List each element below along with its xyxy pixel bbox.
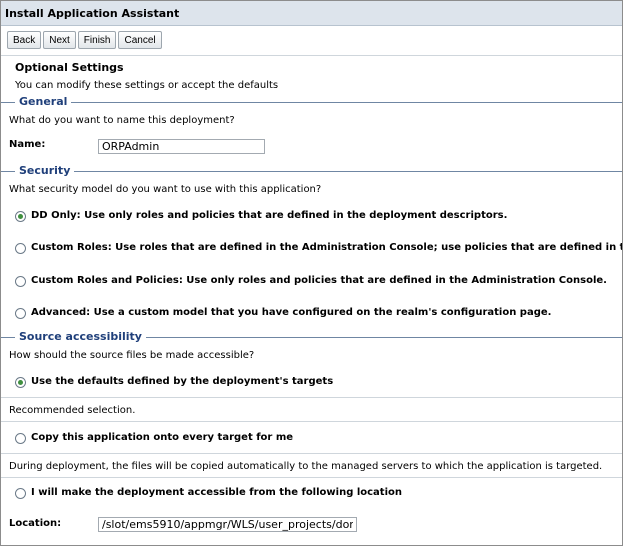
finish-button[interactable]: Finish <box>77 31 117 49</box>
general-legend: General <box>15 95 72 108</box>
name-input[interactable] <box>98 139 265 154</box>
window-title: Install Application Assistant <box>1 1 622 26</box>
source-manual-radio[interactable] <box>15 488 26 499</box>
location-input[interactable] <box>98 517 357 532</box>
security-dd-only-label[interactable]: DD Only: Use only roles and policies tha… <box>31 210 507 221</box>
security-custom-roles-policies-radio[interactable] <box>15 276 26 287</box>
install-assistant-window: Install Application Assistant Back Next … <box>0 0 623 546</box>
toolbar: Back Next Finish Cancel <box>7 31 162 49</box>
source-manual-label[interactable]: I will make the deployment accessible fr… <box>31 487 402 498</box>
source-copy-radio[interactable] <box>15 433 26 444</box>
source-question: How should the source files be made acce… <box>9 350 255 361</box>
security-custom-roles-label[interactable]: Custom Roles: Use roles that are defined… <box>31 242 622 253</box>
source-section-header: Source accessibility <box>1 330 622 343</box>
page-subtitle: You can modify these settings or accept … <box>15 80 279 91</box>
divider <box>1 477 622 478</box>
divider <box>1 397 622 398</box>
source-defaults-label[interactable]: Use the defaults defined by the deployme… <box>31 376 333 387</box>
recommended-note: Recommended selection. <box>9 405 136 416</box>
copy-note: During deployment, the files will be cop… <box>9 461 603 472</box>
source-defaults-radio[interactable] <box>15 377 26 388</box>
next-button[interactable]: Next <box>43 31 76 49</box>
back-button[interactable]: Back <box>7 31 42 49</box>
divider <box>1 421 622 422</box>
security-section-header: Security <box>1 164 622 177</box>
security-advanced-label[interactable]: Advanced: Use a custom model that you ha… <box>31 307 551 318</box>
toolbar-divider <box>1 55 622 56</box>
general-question: What do you want to name this deployment… <box>9 115 235 126</box>
general-section-header: General <box>1 95 622 108</box>
security-question: What security model do you want to use w… <box>9 184 322 195</box>
divider <box>1 453 622 454</box>
name-label: Name: <box>9 139 46 150</box>
security-legend: Security <box>15 164 75 177</box>
security-custom-roles-policies-label[interactable]: Custom Roles and Policies: Use only role… <box>31 275 607 286</box>
location-label: Location: <box>9 518 62 529</box>
cancel-button[interactable]: Cancel <box>118 31 162 49</box>
page-heading: Optional Settings <box>15 61 124 74</box>
security-custom-roles-radio[interactable] <box>15 243 26 254</box>
security-advanced-radio[interactable] <box>15 308 26 319</box>
source-copy-label[interactable]: Copy this application onto every target … <box>31 432 293 443</box>
security-dd-only-radio[interactable] <box>15 211 26 222</box>
source-legend: Source accessibility <box>15 330 146 343</box>
